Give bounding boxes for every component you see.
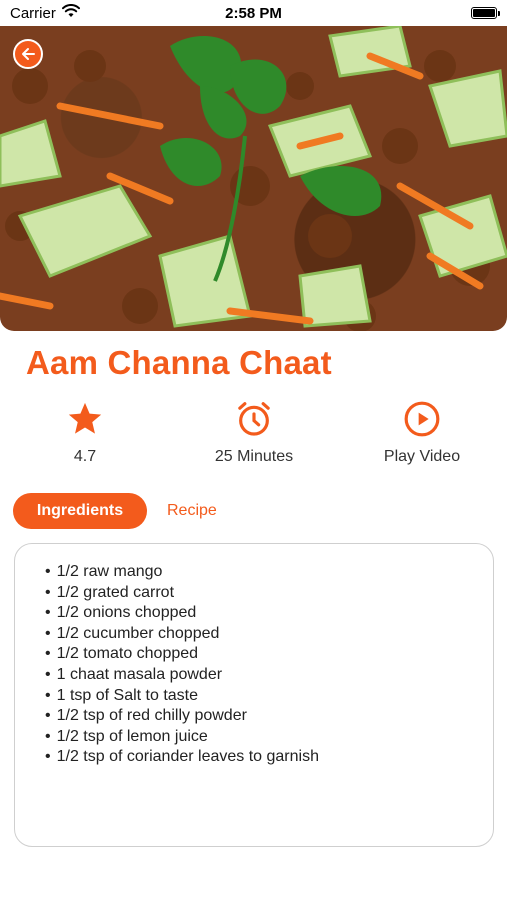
status-left: Carrier [10,4,80,22]
list-item: 1/2 cucumber chopped [45,624,493,645]
list-item: 1/2 tsp of red chilly powder [45,706,493,727]
list-item: 1/2 tsp of coriander leaves to garnish [45,747,493,768]
list-item: 1/2 onions chopped [45,603,493,624]
ingredients-card[interactable]: 1/2 raw mango 1/2 grated carrot 1/2 onio… [14,543,494,847]
list-item: 1/2 tomato chopped [45,644,493,665]
duration-stat: 25 Minutes [184,398,324,466]
recipe-hero-image [0,26,507,331]
list-item: 1/2 raw mango [45,562,493,583]
duration-value: 25 Minutes [214,448,294,465]
list-item: 1 chaat masala powder [45,665,493,686]
status-bar: Carrier 2:58 PM [0,0,507,26]
tab-recipe[interactable]: Recipe [147,493,237,529]
recipe-stats: 4.7 25 Minutes Play Video [0,398,507,478]
alarm-clock-icon [184,398,324,440]
play-video-button[interactable]: Play Video [352,398,492,466]
carrier-label: Carrier [10,4,56,22]
battery-icon [471,7,500,19]
wifi-icon [61,4,80,22]
recipe-tabs: Ingredients Recipe [13,493,237,529]
arrow-left-icon [20,46,36,62]
rating-value: 4.7 [73,448,97,465]
play-video-label: Play Video [383,448,461,465]
play-circle-icon [352,398,492,440]
list-item: 1/2 grated carrot [45,583,493,604]
list-item: 1/2 tsp of lemon juice [45,727,493,748]
recipe-title: Aam Channa Chaat [26,344,332,381]
star-icon [15,398,155,440]
list-item: 1 tsp of Salt to taste [45,686,493,707]
tab-ingredients[interactable]: Ingredients [13,493,147,529]
rating-stat: 4.7 [15,398,155,466]
back-button[interactable] [13,39,43,69]
ingredients-list: 1/2 raw mango 1/2 grated carrot 1/2 onio… [45,562,493,768]
